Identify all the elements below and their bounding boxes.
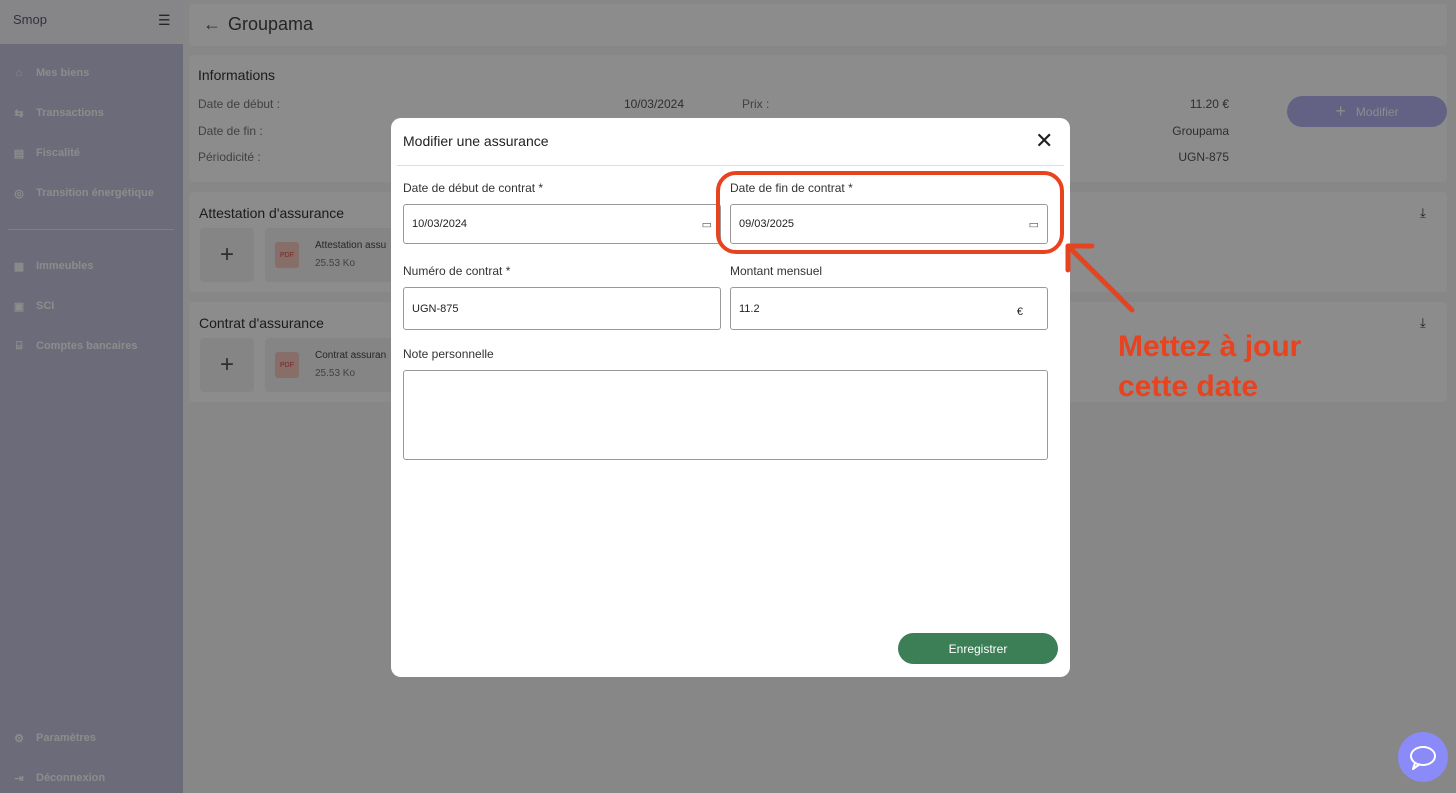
annotation-arrow-icon — [1065, 243, 1135, 313]
modal-divider — [397, 165, 1064, 166]
monthly-amount-input[interactable]: 11.2 € — [730, 287, 1048, 330]
close-icon[interactable]: ✕ — [1035, 128, 1053, 154]
currency-symbol: € — [1016, 306, 1023, 318]
start-date-label: Date de début de contrat * — [403, 181, 544, 195]
annotation-text: Mettez à jour cette date — [1118, 330, 1302, 403]
chat-button[interactable] — [1398, 732, 1448, 782]
note-textarea[interactable] — [403, 370, 1048, 460]
start-date-input[interactable]: 10/03/2024 ▭ — [403, 204, 721, 244]
contract-number-input[interactable]: UGN-875 — [403, 287, 721, 330]
chat-bubble-icon — [1410, 746, 1436, 770]
contract-number-label: Numéro de contrat * — [403, 264, 511, 278]
note-label: Note personnelle — [403, 347, 494, 361]
modal-title: Modifier une assurance — [403, 133, 549, 149]
calendar-icon[interactable]: ▭ — [702, 218, 712, 231]
annotation-highlight — [716, 171, 1064, 254]
save-button[interactable]: Enregistrer — [898, 633, 1058, 664]
monthly-amount-label: Montant mensuel — [730, 264, 823, 278]
